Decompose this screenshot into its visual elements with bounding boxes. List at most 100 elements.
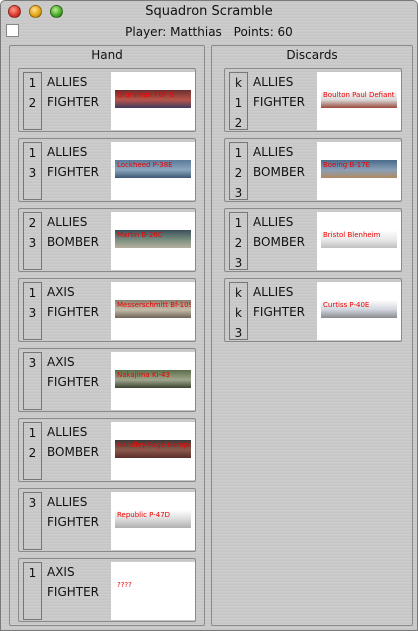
card-text: AXIS FIGHTER: [47, 352, 99, 392]
plane-photo: Grumman F6F-5: [115, 90, 191, 108]
card-type: BOMBER: [253, 165, 305, 179]
plane-image: Lockheed P-38E: [111, 142, 195, 200]
card-cost-value: 3: [234, 326, 243, 340]
hand-panel: Hand 1 2 ALLIES FIGHTER Grumman F6F-5 1 3 ALLIE…: [9, 45, 205, 626]
card-cost-value: 2: [234, 166, 243, 180]
plane-image: Handley Page Hampden: [111, 422, 195, 480]
plane-image: Martin B-26C: [111, 212, 195, 270]
plane-photo: Messerschmitt Bf-109E: [115, 300, 191, 318]
plane-photo: Republic P-47D: [115, 510, 191, 528]
discard-card[interactable]: k k 3 ALLIES FIGHTER Curtiss P-40E: [224, 278, 402, 342]
hand-card[interactable]: 1 3 ALLIES FIGHTER Lockheed P-38E: [18, 138, 196, 202]
plane-image: Messerschmitt Bf-109E: [111, 282, 195, 340]
card-cost-value: 1: [234, 146, 243, 160]
card-cost-value: 3: [28, 496, 37, 510]
card-type: FIGHTER: [47, 305, 100, 319]
card-cost-box: 13: [23, 142, 42, 200]
plane-name: Martin B-26C: [117, 231, 163, 239]
card-type: FIGHTER: [253, 95, 306, 109]
card-cost-value: [24, 323, 41, 343]
hand-card[interactable]: 1 3 AXIS FIGHTER Messerschmitt Bf-109E: [18, 278, 196, 342]
card-cost-value: 1: [28, 426, 37, 440]
card-type: BOMBER: [253, 235, 305, 249]
card-cost-box: 3: [23, 352, 42, 410]
card-text: ALLIES FIGHTER: [253, 282, 305, 322]
plane-name: Boeing B-17E: [323, 161, 371, 169]
card-text: ALLIES BOMBER: [47, 422, 99, 462]
card-type: FIGHTER: [47, 585, 100, 599]
card-side: ALLIES: [47, 145, 88, 159]
card-side: AXIS: [47, 565, 75, 579]
card-cost-value: [24, 183, 41, 203]
card-text: ALLIES FIGHTER: [47, 492, 99, 532]
card-type: BOMBER: [47, 445, 99, 459]
hand-card[interactable]: 1 AXIS FIGHTER????: [18, 558, 196, 622]
plane-name: Messerschmitt Bf-109E: [117, 301, 191, 309]
card-cost-value: 3: [28, 306, 37, 320]
hand-card[interactable]: 3 AXIS FIGHTER Nakajima Ki-43: [18, 348, 196, 412]
card-side: ALLIES: [47, 215, 88, 229]
game-window: Squadron Scramble Player: Matthias Point…: [0, 0, 418, 631]
card-cost-value: 3: [234, 256, 243, 270]
card-text: ALLIES BOMBER: [253, 212, 305, 252]
plane-name: Nakajima Ki-43: [117, 371, 170, 379]
plane-name: Curtiss P-40E: [323, 301, 370, 309]
hand-title: Hand: [91, 48, 123, 62]
card-cost-value: [24, 533, 41, 553]
plane-photo: ????: [115, 580, 191, 598]
plane-photo: Handley Page Hampden: [115, 440, 191, 458]
card-cost-value: 1: [28, 146, 37, 160]
card-cost-value: 2: [234, 236, 243, 250]
card-cost-value: 1: [234, 216, 243, 230]
discards-title: Discards: [286, 48, 338, 62]
hand-card[interactable]: 2 3 ALLIES BOMBER Martin B-26C: [18, 208, 196, 272]
hand-card[interactable]: 1 2 ALLIES FIGHTER Grumman F6F-5: [18, 68, 196, 132]
plane-name: Lockheed P-38E: [117, 161, 173, 169]
card-type: FIGHTER: [253, 305, 306, 319]
plane-photo: Boulton Paul Defiant: [321, 90, 397, 108]
plane-image: ????: [111, 562, 195, 620]
card-cost-value: 2: [234, 116, 243, 130]
card-cost-value: 1: [234, 96, 243, 110]
card-side: AXIS: [47, 285, 75, 299]
card-side: ALLIES: [253, 75, 294, 89]
card-cost-value: [24, 253, 41, 273]
hand-card[interactable]: 3 ALLIES FIGHTER Republic P-47D: [18, 488, 196, 552]
card-cost-value: k: [235, 286, 242, 300]
plane-image: Bristol Blenheim: [317, 212, 401, 270]
card-cost-value: 2: [28, 96, 37, 110]
card-type: FIGHTER: [47, 95, 100, 109]
plane-image: Curtiss P-40E: [317, 282, 401, 340]
card-text: ALLIES BOMBER: [47, 212, 99, 252]
discard-card[interactable]: k 1 2 ALLIES FIGHTER Boulton Paul Defiant: [224, 68, 402, 132]
status-bar: Player: Matthias Points: 60: [1, 25, 417, 39]
discard-card[interactable]: 1 2 3 ALLIES BOMBER Boeing B-17E: [224, 138, 402, 202]
card-side: ALLIES: [47, 75, 88, 89]
plane-image: Grumman F6F-5: [111, 72, 195, 130]
card-cost-value: [24, 513, 41, 533]
card-cost-box: 1 2 3: [229, 212, 248, 270]
plane-name: Bristol Blenheim: [323, 231, 381, 239]
card-cost-value: 3: [28, 356, 37, 370]
plane-photo: Curtiss P-40E: [321, 300, 397, 318]
plane-photo: Bristol Blenheim: [321, 230, 397, 248]
plane-name: ????: [117, 581, 132, 589]
hand-card[interactable]: 12ALLIESBOMBERHandley Page Hampden: [18, 418, 196, 482]
card-type: BOMBER: [47, 235, 99, 249]
plane-image: Boulton Paul Defiant: [317, 72, 401, 130]
plane-name: Handley Page Hampden: [117, 441, 191, 449]
discards-panel: Discards k 1 2 ALLIES FIGHTER Boulton Paul De…: [211, 45, 413, 626]
discard-card[interactable]: 1 2 3 ALLIES BOMBER Bristol Blenheim: [224, 208, 402, 272]
plane-image: Nakajima Ki-43: [111, 352, 195, 410]
plane-photo: Martin B-26C: [115, 230, 191, 248]
player-label: Player: Matthias: [125, 25, 222, 39]
plane-name: Republic P-47D: [117, 511, 171, 519]
card-type: FIGHTER: [47, 375, 100, 389]
card-cost-value: 3: [28, 166, 37, 180]
card-cost-box: 3: [23, 492, 42, 550]
card-cost-value: [24, 603, 41, 623]
title-bar[interactable]: Squadron Scramble: [1, 1, 417, 23]
card-cost-value: [24, 113, 41, 133]
plane-photo: Lockheed P-38E: [115, 160, 191, 178]
plane-name: Grumman F6F-5: [117, 91, 174, 99]
